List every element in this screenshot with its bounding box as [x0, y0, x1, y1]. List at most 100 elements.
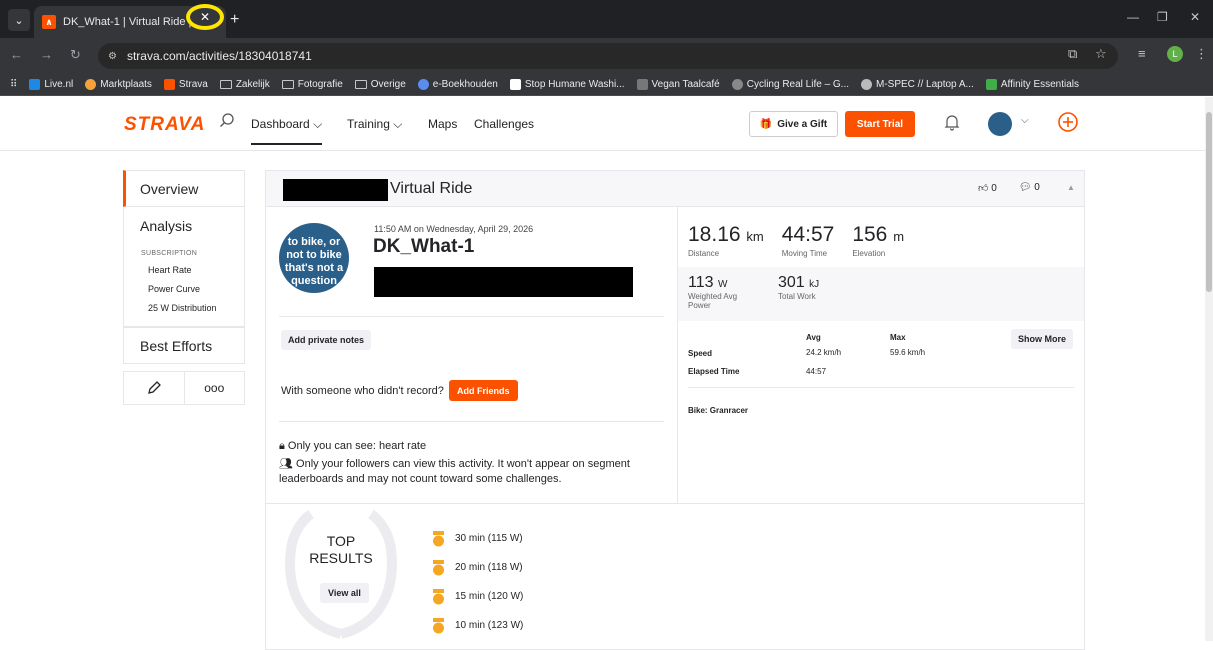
add-friends-button[interactable]: Add Friends — [449, 380, 518, 401]
tab-search-icon[interactable]: ⌄ — [8, 9, 30, 31]
bookmark-affinity[interactable]: Affinity Essentials — [985, 79, 1079, 90]
cast-icon[interactable]: ⧉ — [1068, 46, 1077, 62]
stat-total-work: 301 kJ Total Work — [778, 274, 819, 310]
divider — [279, 316, 664, 317]
comment-icon: 💬︎ — [1018, 182, 1032, 193]
nav-label: Dashboard — [251, 117, 310, 131]
nav-label: Training — [347, 117, 390, 131]
bookmark-overige[interactable]: Overige — [354, 79, 406, 90]
bookmark-label: M-SPEC // Laptop A... — [876, 79, 974, 90]
pr-label: 30 min (115 W) — [455, 533, 523, 544]
privacy-hr-text: Only you can see: heart rate — [287, 440, 427, 452]
bookmark-stop-humane[interactable]: Stop Humane Washi... — [509, 79, 625, 90]
collapse-caret-icon[interactable]: ▲ — [1067, 183, 1075, 192]
bookmark-star-icon[interactable]: ☆ — [1095, 46, 1107, 62]
pr-item[interactable]: 20 min (118 W) — [432, 553, 523, 582]
sidebar-item-overview[interactable]: Overview — [123, 170, 245, 207]
athlete-avatar[interactable]: to bike, or not to bike that's not a que… — [279, 223, 349, 293]
bookmark-zakelijk[interactable]: Zakelijk — [219, 79, 270, 90]
show-more-button[interactable]: Show More — [1011, 329, 1074, 349]
pr-item[interactable]: 30 min (115 W) — [432, 524, 523, 553]
pr-label: 15 min (120 W) — [455, 591, 524, 602]
sidebar-item-power-curve[interactable]: Power Curve — [141, 284, 244, 294]
pr-medal-icon — [433, 530, 444, 546]
kudos-count: 0 — [991, 183, 997, 194]
view-all-button[interactable]: View all — [320, 583, 369, 603]
add-private-notes-button[interactable]: Add private notes — [281, 330, 372, 350]
back-icon[interactable]: ← — [10, 47, 23, 62]
close-window-icon[interactable]: ✕ — [1190, 10, 1200, 24]
bookmark-fotografie[interactable]: Fotografie — [281, 79, 343, 90]
more-options-icon[interactable]: ooo — [183, 372, 245, 404]
minimize-icon[interactable]: — — [1127, 10, 1139, 24]
top-results-line1: TOP — [326, 533, 356, 549]
avg-header: Avg — [806, 333, 821, 342]
nav-training[interactable]: Training ⌵ — [347, 117, 402, 132]
bookmark-mspec[interactable]: M-SPEC // Laptop A... — [861, 79, 974, 90]
pr-medal-icon — [433, 559, 444, 575]
pr-item[interactable]: 15 min (120 W) — [432, 582, 523, 611]
activity-header: Virtual Ride 👍︎ 0 💬︎ 0 ▲ — [266, 171, 1084, 207]
start-trial-button[interactable]: Start Trial — [845, 111, 915, 137]
folder-icon — [281, 80, 294, 89]
bookmark-live[interactable]: Live.nl — [29, 79, 73, 90]
reading-list-icon[interactable]: ≡ — [1138, 46, 1146, 61]
stat-moving-time: 44:57 Moving Time — [782, 223, 835, 258]
speed-avg: 24.2 km/h — [806, 348, 842, 357]
kudos-button[interactable]: 👍︎ 0 — [978, 182, 997, 194]
bookmark-marktplaats[interactable]: Marktplaats — [85, 79, 152, 90]
privacy-followers: 👥︎ Only your followers can view this act… — [279, 457, 659, 487]
search-icon[interactable] — [219, 112, 235, 128]
give-gift-button[interactable]: 🎁 Give a Gift — [749, 111, 838, 137]
nav-maps[interactable]: Maps — [428, 117, 457, 131]
comment-count: 0 — [1034, 182, 1040, 193]
sidebar-item-w-distribution[interactable]: 25 W Distribution — [141, 303, 244, 313]
apps-icon[interactable]: ⠿ — [10, 79, 17, 90]
activity-sidebar: Overview Analysis SUBSCRIPTION Heart Rat… — [123, 170, 245, 405]
address-bar[interactable]: ⚙ strava.com/activities/18304018741 — [98, 43, 1118, 69]
user-avatar[interactable] — [988, 112, 1012, 136]
upload-plus-icon[interactable] — [1057, 111, 1079, 133]
scrollbar-thumb[interactable] — [1206, 112, 1212, 292]
strava-logo[interactable]: STRAVA — [124, 114, 205, 136]
url-text[interactable]: strava.com/activities/18304018741 — [127, 49, 312, 63]
bookmark-vegan[interactable]: Vegan Taalcafé — [636, 79, 720, 90]
restore-icon[interactable]: ❐ — [1157, 10, 1168, 24]
bookmark-cycling[interactable]: Cycling Real Life – G... — [731, 79, 849, 90]
tab-close-icon[interactable]: ✕ — [186, 4, 224, 30]
forward-icon[interactable]: → — [40, 47, 53, 62]
pr-item[interactable]: 10 min (123 W) — [432, 611, 523, 640]
profile-avatar[interactable]: L — [1167, 46, 1183, 62]
reload-icon[interactable]: ↻ — [70, 47, 81, 63]
sidebar-item-analysis[interactable]: Analysis — [123, 207, 245, 244]
chrome-menu-icon[interactable]: ⋮ — [1195, 46, 1208, 62]
nav-dashboard[interactable]: Dashboard ⌵ — [251, 117, 323, 145]
nav-challenges[interactable]: Challenges — [474, 117, 534, 131]
bookmark-label: Zakelijk — [235, 79, 270, 90]
activity-card: Virtual Ride 👍︎ 0 💬︎ 0 ▲ to bike, or not… — [265, 170, 1085, 650]
activity-type-title: Virtual Ride — [390, 180, 473, 197]
distance-label: Distance — [688, 249, 720, 258]
strava-icon — [163, 79, 175, 90]
globe-icon — [731, 79, 743, 90]
site-info-icon[interactable]: ⚙ — [108, 51, 117, 62]
laurel-wreath-icon — [285, 509, 397, 639]
bike-info[interactable]: Bike: Granracer — [688, 406, 748, 415]
subscription-heading: SUBSCRIPTION — [141, 250, 198, 257]
marktplaats-icon — [85, 79, 97, 90]
comments-button[interactable]: 💬︎ 0 — [1019, 182, 1040, 194]
bookmark-strava[interactable]: Strava — [163, 79, 208, 90]
bookmark-eboekhouden[interactable]: e-Boekhouden — [417, 79, 498, 90]
sidebar-item-best-efforts[interactable]: Best Efforts — [123, 327, 245, 364]
personal-records-list: 30 min (115 W) 20 min (118 W) 15 min (12… — [432, 524, 523, 640]
chevron-down-icon[interactable]: ⌵ — [1021, 115, 1029, 126]
vegan-icon — [636, 79, 648, 90]
edit-pencil-icon[interactable] — [124, 372, 184, 404]
sidebar-item-heart-rate[interactable]: Heart Rate — [141, 265, 244, 275]
tab-close-glyph: ✕ — [199, 10, 211, 24]
bookmarks-bar: ⠿ Live.nl Marktplaats Strava Zakelijk Fo… — [0, 74, 1213, 96]
notifications-bell-icon[interactable] — [943, 113, 961, 131]
new-tab-button[interactable]: + — [230, 11, 239, 29]
activity-date: 11:50 AM on Wednesday, April 29, 2026 — [374, 224, 534, 234]
speed-max: 59.6 km/h — [890, 348, 926, 357]
